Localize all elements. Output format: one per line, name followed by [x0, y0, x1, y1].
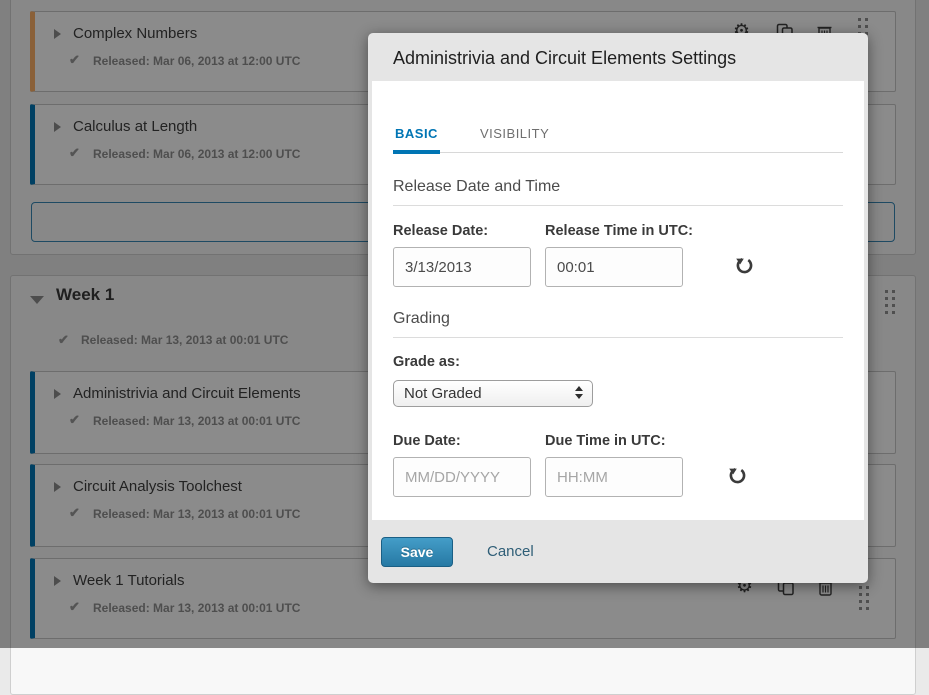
due-time-label: Due Time in UTC:: [545, 433, 698, 449]
modal-body: BASIC VISIBILITY Release Date and Time R…: [372, 81, 864, 520]
modal-tabs: BASIC VISIBILITY: [393, 126, 843, 153]
due-date-label: Due Date:: [393, 433, 545, 449]
modal-footer: Save Cancel: [368, 520, 868, 583]
reset-icon: [728, 466, 747, 485]
release-date-input[interactable]: [393, 247, 531, 287]
release-time-label: Release Time in UTC:: [545, 223, 698, 239]
release-group-heading: Release Date and Time: [393, 178, 843, 206]
grade-as-select[interactable]: Not Graded: [393, 380, 593, 407]
tab-visibility[interactable]: VISIBILITY: [478, 126, 551, 152]
reset-release-date-button[interactable]: [735, 256, 754, 278]
grade-as-value: Not Graded: [404, 385, 482, 402]
reset-icon: [735, 256, 754, 275]
select-stepper-icon: [575, 386, 583, 399]
grade-as-label: Grade as:: [393, 354, 460, 370]
modal-title: Administrivia and Circuit Elements Setti…: [393, 33, 736, 81]
release-date-label: Release Date:: [393, 223, 545, 239]
cancel-link[interactable]: Cancel: [487, 543, 534, 560]
grading-group-heading: Grading: [393, 310, 843, 338]
reset-due-date-button[interactable]: [728, 466, 747, 488]
save-button[interactable]: Save: [381, 537, 453, 567]
due-date-input[interactable]: [393, 457, 531, 497]
subsection-settings-modal: Administrivia and Circuit Elements Setti…: [368, 33, 868, 583]
due-time-input[interactable]: [545, 457, 683, 497]
release-time-input[interactable]: [545, 247, 683, 287]
tab-basic[interactable]: BASIC: [393, 126, 440, 152]
